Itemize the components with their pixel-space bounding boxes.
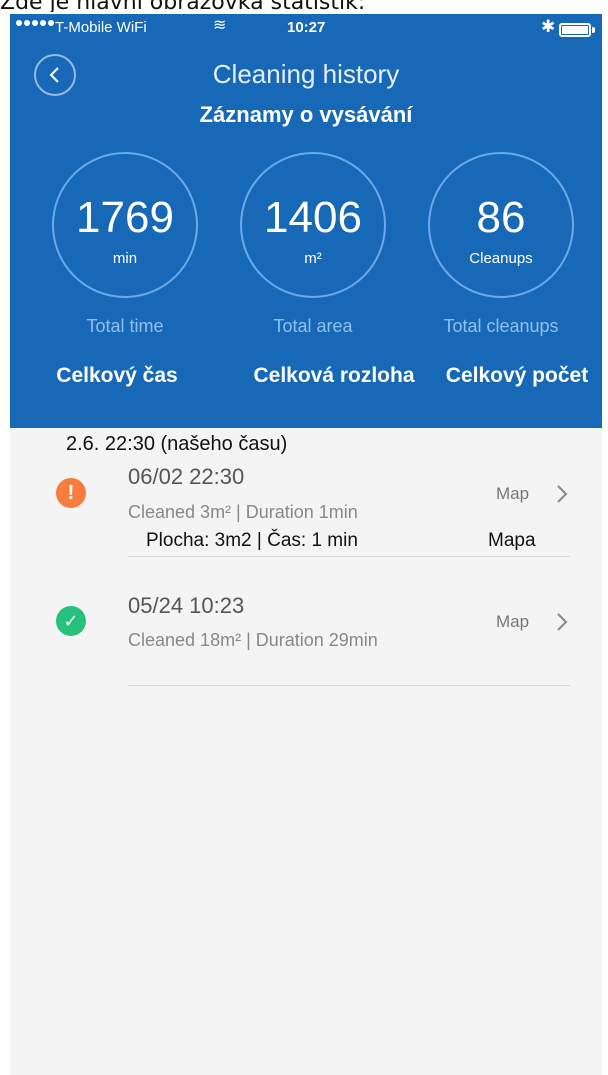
- carrier-name: T-Mobile WiFi: [55, 19, 147, 36]
- chevron-right-icon[interactable]: [556, 484, 568, 504]
- stat-value: 1406: [264, 193, 362, 242]
- status-bar: T-Mobile WiFi ≋ 10:27 ✱: [10, 14, 602, 44]
- divider: [128, 685, 570, 686]
- stat-unit: m²: [304, 250, 322, 267]
- stat-label-cleanups: Total cleanups: [443, 316, 559, 336]
- chevron-right-icon[interactable]: [556, 612, 568, 632]
- warning-icon: !: [56, 478, 86, 508]
- caption-text: Zde je hlavní obrazovka statistik:: [0, 0, 608, 12]
- stat-total-cleanups: 86 Cleanups: [428, 152, 574, 298]
- wifi-icon: ≋: [213, 17, 227, 34]
- status-time: 10:27: [287, 19, 326, 36]
- map-link[interactable]: Map: [496, 484, 529, 504]
- divider: [128, 556, 570, 557]
- battery-icon: [559, 23, 591, 37]
- record-detail: Cleaned 3m² | Duration 1min: [128, 502, 358, 522]
- battery-tip: [592, 27, 595, 33]
- record-detail-cz: Plocha: 3m2 | Čas: 1 min: [146, 530, 358, 551]
- timestamp-note: 2.6. 22:30 (našeho času): [66, 433, 288, 455]
- page-subtitle: Záznamy o vysávání: [199, 102, 413, 127]
- stat-value: 1769: [76, 193, 174, 242]
- page-title: Cleaning history: [212, 59, 400, 89]
- map-link-cz: Mapa: [488, 530, 536, 551]
- check-icon: ✓: [56, 606, 86, 636]
- record-date: 06/02 22:30: [128, 464, 245, 489]
- signal-icon: [16, 20, 54, 26]
- stat-unit: Cleanups: [469, 250, 533, 267]
- stat-label-area-cz: Celková rozloha: [253, 364, 415, 387]
- stat-label-cleanups-cz: Celkový počet: [445, 364, 589, 387]
- record-date: 05/24 10:23: [128, 593, 245, 618]
- header-panel: T-Mobile WiFi ≋ 10:27 ✱ Cleaning history…: [10, 14, 602, 428]
- stat-label-area: Total area: [273, 316, 353, 336]
- stat-value: 86: [476, 193, 526, 242]
- record-detail: Cleaned 18m² | Duration 29min: [128, 630, 378, 650]
- stat-label-time: Total time: [86, 316, 164, 336]
- bluetooth-icon: ✱: [541, 17, 556, 36]
- stat-total-area: 1406 m²: [240, 152, 386, 298]
- stat-total-time: 1769 min: [52, 152, 198, 298]
- app-screen: T-Mobile WiFi ≋ 10:27 ✱ Cleaning history…: [10, 14, 602, 1075]
- stat-label-time-cz: Celkový čas: [56, 364, 178, 387]
- stat-unit: min: [112, 250, 138, 267]
- map-link[interactable]: Map: [496, 612, 529, 632]
